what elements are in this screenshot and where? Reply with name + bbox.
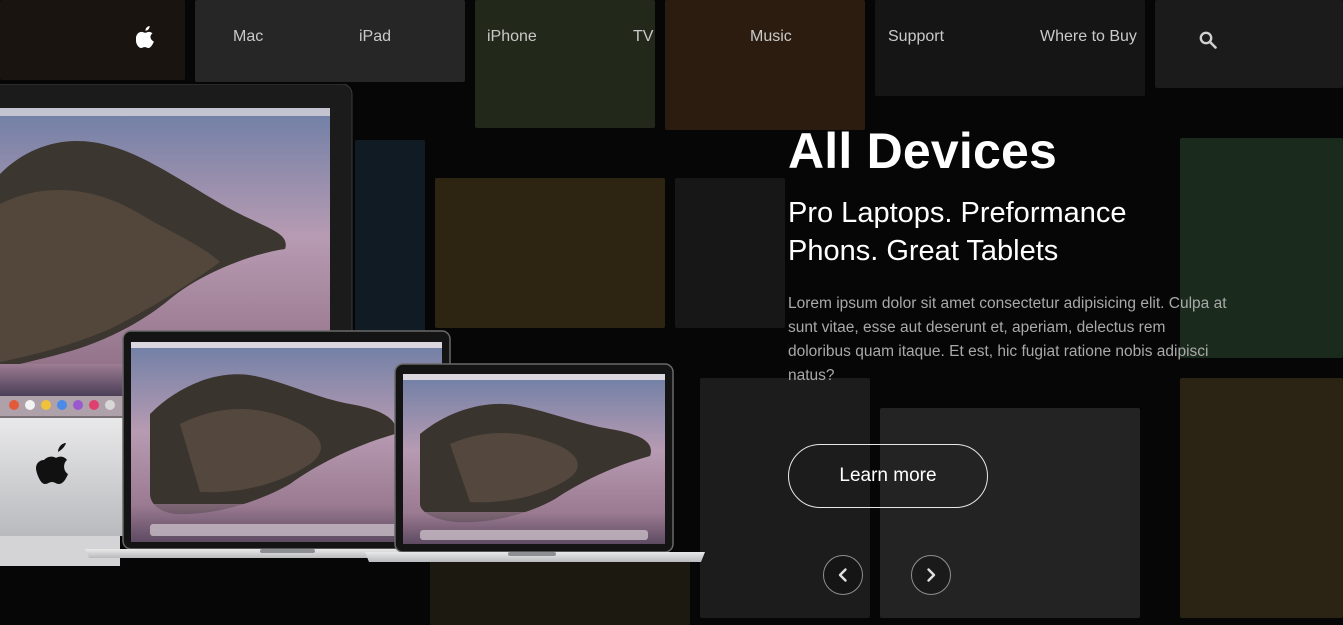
apple-logo-icon[interactable] — [136, 26, 156, 48]
search-icon[interactable] — [1199, 31, 1217, 49]
devices-hero-image — [0, 84, 705, 566]
hero-subtitle: Pro Laptops. Preformance Phons. Great Ta… — [788, 194, 1248, 270]
hero-subtitle-line-2: Phons. Great Tablets — [788, 235, 1059, 267]
nav-item-where-to-buy[interactable]: Where to Buy — [1040, 28, 1137, 46]
nav-item-support[interactable]: Support — [888, 28, 944, 46]
imac-dock — [0, 396, 125, 416]
nav-item-ipad[interactable]: iPad — [359, 28, 391, 46]
hero-subtitle-line-1: Pro Laptops. Preformance — [788, 197, 1127, 229]
macbook-pro-13-device — [365, 363, 705, 562]
nav-item-music[interactable]: Music — [750, 28, 792, 46]
top-navigation: Mac iPad iPhone TV Music Support Where t… — [0, 0, 1343, 76]
hero-description: Lorem ipsum dolor sit amet consectetur a… — [788, 295, 1227, 384]
nav-item-iphone[interactable]: iPhone — [487, 28, 537, 46]
carousel-prev-button[interactable] — [823, 555, 863, 595]
chevron-left-icon — [838, 568, 847, 582]
nav-item-mac[interactable]: Mac — [233, 28, 263, 46]
carousel-next-button[interactable] — [911, 555, 951, 595]
chevron-right-icon — [927, 568, 936, 582]
hero-title: All Devices — [788, 123, 1058, 179]
nav-item-tv[interactable]: TV — [633, 28, 653, 46]
learn-more-button[interactable]: Learn more — [788, 444, 988, 508]
